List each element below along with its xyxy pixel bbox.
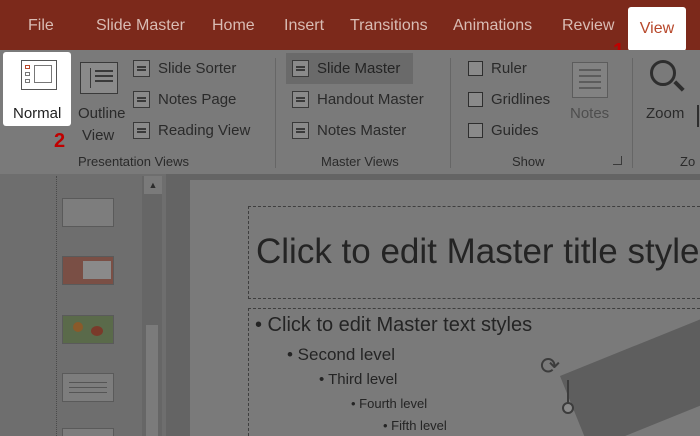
outline-view-icon[interactable] xyxy=(80,62,118,94)
notes-page-icon xyxy=(133,91,150,108)
ribbon-tab-bar: File Slide Master Home Insert Transition… xyxy=(0,0,700,55)
layout-thumbnail[interactable] xyxy=(62,428,114,436)
group-divider xyxy=(632,58,633,168)
scroll-thumb[interactable] xyxy=(146,325,158,436)
handout-master-icon xyxy=(292,91,309,108)
tab-insert[interactable]: Insert xyxy=(284,17,324,35)
tab-animations[interactable]: Animations xyxy=(453,17,532,35)
guides-label: Guides xyxy=(491,122,539,139)
slide-sorter-icon xyxy=(133,60,150,77)
group-divider xyxy=(450,58,451,168)
layout-thumbnail[interactable] xyxy=(62,373,114,402)
show-dialog-launcher-icon[interactable] xyxy=(613,156,622,165)
reading-view-button[interactable]: Reading View xyxy=(158,122,250,139)
body-level-1: • Click to edit Master text styles xyxy=(255,314,533,336)
normal-view-label: Normal xyxy=(13,105,62,122)
step-marker-2: 2 xyxy=(54,130,66,152)
notes-master-icon xyxy=(292,122,309,139)
outline-view-label-2: View xyxy=(82,127,115,144)
layout-thumbnail[interactable] xyxy=(62,315,114,344)
slide-sorter-button[interactable]: Slide Sorter xyxy=(158,60,236,77)
slide-master-icon-active xyxy=(292,60,309,77)
notes-page-button[interactable]: Notes Page xyxy=(158,91,236,108)
gridlines-label: Gridlines xyxy=(491,91,551,108)
gridlines-checkbox[interactable] xyxy=(468,92,483,107)
reading-view-icon xyxy=(133,122,150,139)
ruler-label: Ruler xyxy=(491,60,527,77)
handout-master-button[interactable]: Handout Master xyxy=(317,91,424,108)
guides-checkbox[interactable] xyxy=(468,123,483,138)
presentation-views-group-label: Presentation Views xyxy=(78,154,190,169)
outline-view-label-1: Outline xyxy=(78,105,126,122)
master-views-group-label: Master Views xyxy=(321,154,399,169)
tab-transitions[interactable]: Transitions xyxy=(350,17,428,35)
body-level-5: • Fifth level xyxy=(383,418,447,433)
group-divider xyxy=(275,58,276,168)
layout-thumbnail[interactable] xyxy=(62,256,114,285)
zoom-divider xyxy=(697,105,699,127)
layout-connector-line xyxy=(56,176,57,436)
tab-view[interactable]: View xyxy=(628,7,686,51)
zoom-magnifier-handle xyxy=(673,80,685,92)
normal-view-button[interactable]: Normal xyxy=(3,52,71,126)
body-level-3: • Third level xyxy=(319,371,398,388)
resize-handle[interactable] xyxy=(562,402,574,414)
rotate-handle-icon[interactable]: ⟳ xyxy=(536,353,564,381)
zoom-group-label: Zo xyxy=(680,154,696,169)
ruler-checkbox[interactable] xyxy=(468,61,483,76)
notes-master-button[interactable]: Notes Master xyxy=(317,122,406,139)
layout-thumbnail[interactable] xyxy=(62,198,114,227)
tab-review[interactable]: Review xyxy=(562,17,614,35)
tab-home[interactable]: Home xyxy=(212,17,255,35)
master-title-text: Click to edit Master title style xyxy=(256,232,700,271)
body-level-2: • Second level xyxy=(287,345,396,364)
normal-view-icon xyxy=(21,60,57,90)
scroll-up-arrow-icon[interactable]: ▲ xyxy=(144,176,162,194)
tab-slide-master[interactable]: Slide Master xyxy=(96,17,185,35)
zoom-button-label: Zoom xyxy=(646,105,685,122)
slide-master-active-label[interactable]: Slide Master xyxy=(317,60,400,77)
rotate-handle-stem xyxy=(567,380,569,404)
tab-file[interactable]: File xyxy=(28,17,54,35)
notes-button-label: Notes xyxy=(570,105,610,122)
zoom-magnifier-icon[interactable] xyxy=(650,60,676,86)
notes-icon[interactable] xyxy=(572,62,608,98)
show-group-label: Show xyxy=(512,154,545,169)
body-level-4: • Fourth level xyxy=(351,396,428,411)
